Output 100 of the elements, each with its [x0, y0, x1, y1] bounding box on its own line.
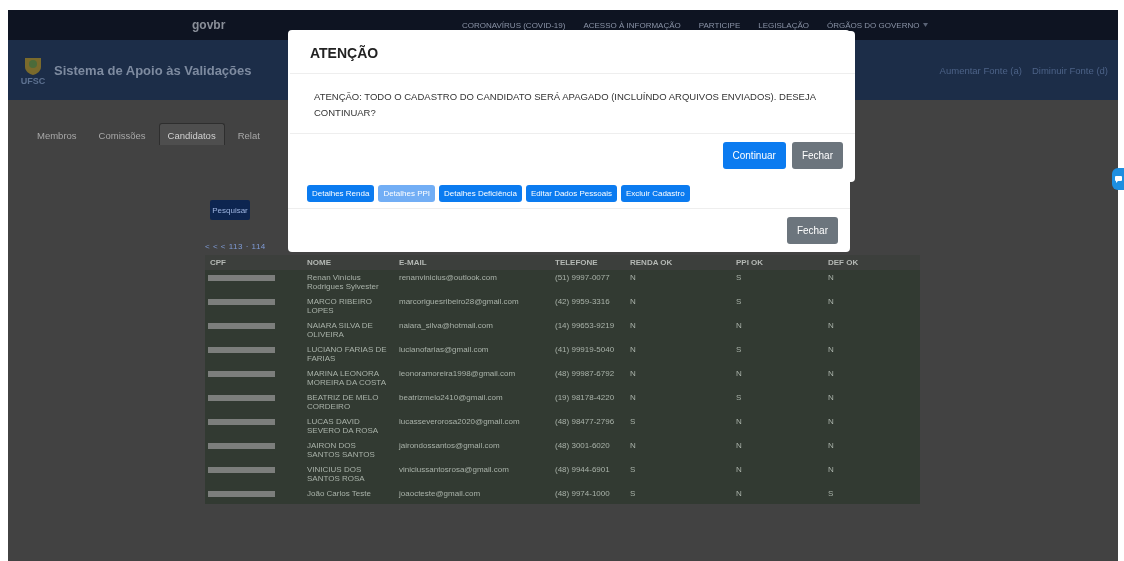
top-link[interactable]: ACESSO À INFORMAÇÃO [583, 20, 681, 30]
table-cell-text: (19) 98178-4220 [554, 392, 616, 404]
detail-button[interactable]: Editar Dados Pessoais [526, 185, 617, 202]
table-cell-text: (42) 9959-3316 [554, 296, 611, 308]
table-cell-text: S [629, 488, 637, 500]
redaction-bar [208, 371, 275, 377]
table-cell-text: N [735, 488, 743, 500]
column-header: RENDA OK [625, 255, 731, 270]
table-cell-text: beatrizmelo2410@gmail.com [398, 392, 504, 404]
column-header: PPI OK [731, 255, 823, 270]
table-cell-text: N [629, 368, 637, 380]
redaction-bar [208, 443, 275, 449]
table-cell-text: viniciussantosrosa@gmail.com [398, 464, 510, 476]
table-cell-text: N [629, 392, 637, 404]
dialog-message: ATENÇÃO: TODO O CADASTRO DO CANDIDATO SERÁ APAGADO (INCLUÍNDO ARQUIVOS ENVIADOS). DESEJA CONTINUAR? [313, 90, 817, 120]
table-cell-text: S [629, 416, 637, 428]
table-cell-text: João Carlos Teste [306, 488, 372, 500]
column-header: DEF OK [823, 255, 920, 270]
table-cell-text: lucianofarias@gmail.com [398, 344, 490, 356]
feedback-tab[interactable] [1112, 168, 1124, 190]
table-cell-text: N [827, 344, 835, 356]
redaction-bar [208, 323, 275, 329]
table-cell-text: (48) 9974-1000 [554, 488, 611, 500]
site-title: Sistema de Apoio às Validações [54, 62, 253, 78]
detail-button[interactable]: Detalhes Deficiência [439, 185, 522, 202]
redaction-bar [208, 419, 275, 425]
chat-icon [1114, 175, 1122, 183]
table-cell-text: N [735, 416, 743, 428]
redaction-bar [208, 395, 275, 401]
table-cell-text: S [735, 392, 743, 404]
table-cell-text: MARINA LEONORA MOREIRA DA COSTA [306, 368, 387, 389]
table-cell-text: (48) 9944-6901 [554, 464, 611, 476]
table-cell-text: leonoramoreira1998@gmail.com [398, 368, 517, 380]
redaction-bar [208, 299, 275, 305]
table-cell-text: LUCAS DAVID SEVERO DA ROSA [306, 416, 380, 437]
table-cell-text: lucasseverorosa2020@gmail.com [398, 416, 521, 428]
table-cell-text: BEATRIZ DE MELO CORDEIRO [306, 392, 380, 413]
nav-tab[interactable]: Candidatos [158, 123, 225, 145]
table-cell-text: (48) 99987-6792 [554, 368, 616, 380]
table-cell-text: MARCO RIBEIRO LOPES [306, 296, 373, 317]
table-cell-text: S [827, 488, 835, 500]
top-link[interactable]: PARTICIPE [698, 20, 741, 30]
table-cell-text: (48) 98477-2796 [554, 416, 616, 428]
table-cell-text: N [827, 368, 835, 380]
continue-button[interactable]: Continuar [722, 142, 786, 169]
table-cell-text: N [735, 320, 743, 332]
table-cell-text: S [735, 296, 743, 308]
nav-tab[interactable]: Comissões [89, 123, 155, 145]
table-cell-text: N [735, 464, 743, 476]
dialog-title: ATENÇÃO [290, 31, 855, 74]
top-link[interactable]: CORONAVÍRUS (COVID-19) [462, 20, 566, 30]
nav-tab[interactable]: Relat [228, 123, 269, 145]
redaction-bar [208, 275, 275, 281]
table-cell-text: N [827, 392, 835, 404]
close-button[interactable]: Fechar [791, 142, 843, 169]
table-cell-text: NAIARA SILVA DE OLIVEIRA [306, 320, 374, 341]
table-cell-text: N [827, 272, 835, 284]
column-header: NOME [302, 255, 394, 270]
table-cell-text: naiara_silva@hotmail.com [398, 320, 494, 332]
search-button[interactable]: Pesquisar [210, 200, 250, 220]
table-cell-text: S [629, 464, 637, 476]
table-cell-text: N [827, 464, 835, 476]
redaction-bar [208, 467, 275, 473]
table-cell-text: N [629, 440, 637, 452]
table-cell-text: (51) 9997-0077 [554, 272, 611, 284]
table-cell-text: N [827, 416, 835, 428]
table-cell-text: N [827, 320, 835, 332]
logo-text: UFSC [20, 76, 46, 86]
top-link[interactable]: ÓRGÃOS DO GOVERNO [826, 20, 929, 30]
table-cell-text: renanvinicius@outlook.com [398, 272, 498, 284]
nav-tab[interactable]: Membros [28, 123, 86, 145]
table-cell-text: N [735, 368, 743, 380]
redaction-bar [208, 347, 275, 353]
table-cell-text: (48) 3001-6020 [554, 440, 611, 452]
table-cell-text: S [735, 344, 743, 356]
close-button[interactable]: Fechar [786, 217, 838, 244]
table-cell-text: jairondossantos@gmail.com [398, 440, 501, 452]
top-link[interactable]: LEGISLAÇÃO [758, 20, 809, 30]
table-cell-text: VINICIUS DOS SANTOS ROSA [306, 464, 366, 485]
table-cell-text: N [629, 320, 637, 332]
column-header: E-MAIL [394, 255, 550, 270]
column-header: TELEFONE [550, 255, 625, 270]
detail-button[interactable]: Detalhes Renda [307, 185, 375, 202]
table-cell-text: S [735, 272, 743, 284]
table-cell-text: marcoriguesribeiro28@gmail.com [398, 296, 520, 308]
caret-icon [923, 23, 929, 27]
table-cell-text: N [735, 440, 743, 452]
table-cell-text: joaocteste@gmail.com [398, 488, 482, 500]
font-size-link[interactable]: Diminuir Fonte (d) [1031, 64, 1108, 76]
table-cell-text: (14) 99653-9219 [554, 320, 616, 332]
table-cell-text: JAIRON DOS SANTOS SANTOS [306, 440, 376, 461]
column-header: CPF [205, 255, 302, 270]
table-cell-text: Renan Vinícius Rodrigues Sylvester [306, 272, 380, 293]
detail-button[interactable]: Excluir Cadastro [620, 185, 690, 202]
table-cell-text: N [629, 296, 637, 308]
table-cell-text: LUCIANO FARIAS DE FARIAS [306, 344, 388, 365]
govbr-brand[interactable]: govbr [192, 18, 462, 32]
redaction-bar [208, 491, 275, 497]
table-cell-text: (41) 99919-5040 [554, 344, 616, 356]
table-cell-text: N [827, 296, 835, 308]
